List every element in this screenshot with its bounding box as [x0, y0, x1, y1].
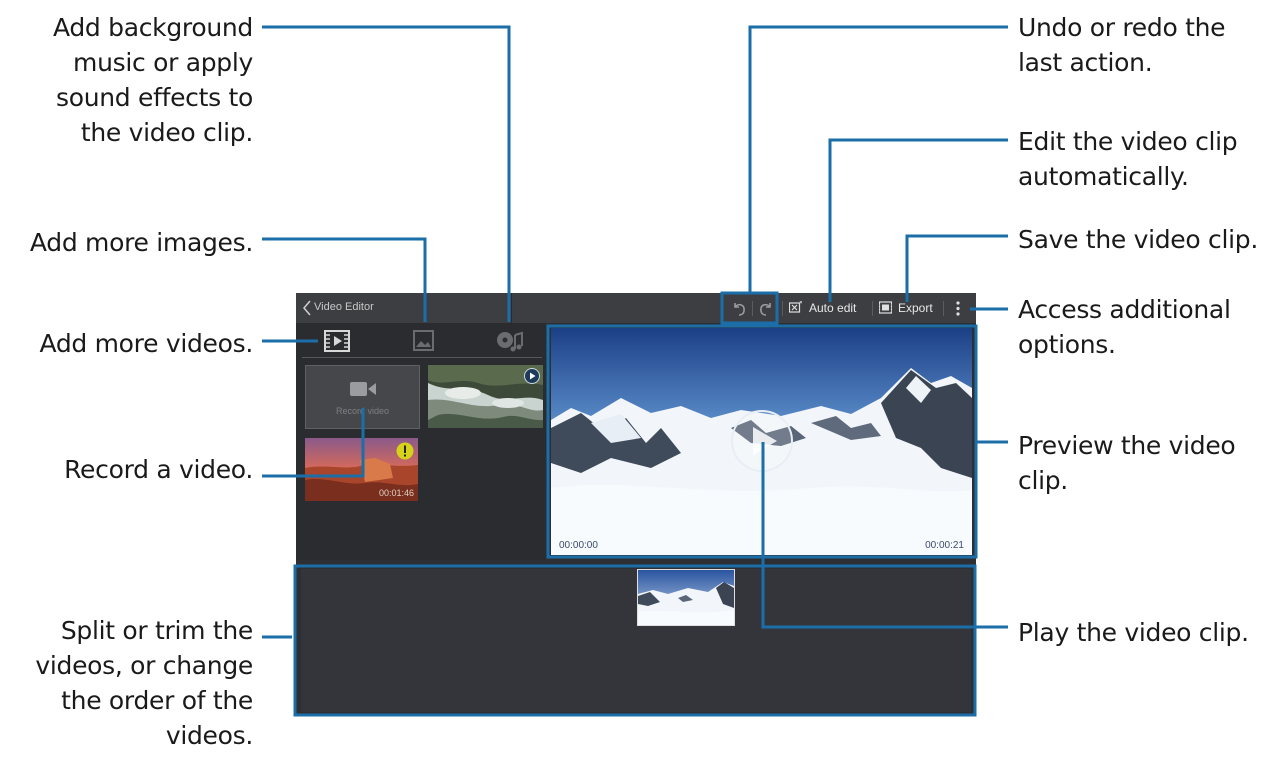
redo-icon[interactable] — [756, 298, 776, 318]
more-options-icon[interactable] — [955, 300, 961, 317]
video-editor-screen: Video Editor Auto edit Export Record vid… — [296, 293, 976, 715]
line-undo-redo — [748, 25, 1008, 293]
back-chevron-icon[interactable] — [302, 300, 311, 316]
record-video-tile[interactable]: Record video — [305, 365, 420, 429]
app-title: Video Editor — [314, 301, 374, 313]
line-auto-edit — [828, 138, 1008, 302]
preview-time-start: 00:00:00 — [559, 540, 598, 551]
callout-more-options: Access additional options. — [1018, 295, 1231, 359]
media-tabs — [296, 323, 543, 359]
action-separator-3 — [943, 301, 944, 316]
undo-icon[interactable] — [729, 298, 749, 318]
timeline-clip-image — [638, 570, 734, 625]
callout-play-clip: Play the video clip. — [1018, 618, 1249, 647]
action-bar: Video Editor Auto edit Export — [296, 293, 976, 323]
action-bar-divider — [511, 293, 723, 323]
action-separator — [782, 301, 783, 316]
undo-redo-separator — [752, 301, 753, 316]
callout-auto-edit: Edit the video clip automatically. — [1018, 127, 1238, 191]
timeline-area[interactable] — [301, 569, 971, 712]
music-tab-icon[interactable] — [494, 329, 524, 353]
tabs-divider — [302, 357, 542, 358]
callout-record-video: Record a video. — [64, 455, 253, 484]
action-separator-2 — [872, 301, 873, 316]
image-tab-icon[interactable] — [409, 329, 439, 353]
callout-add-music: Add background music or apply sound effe… — [52, 13, 253, 147]
record-video-label: Record video — [335, 406, 390, 416]
video-thumbnail-canyon[interactable]: 00:01:46 — [305, 438, 418, 501]
callout-add-images: Add more images. — [29, 228, 253, 257]
video-thumbnail-stream[interactable] — [428, 365, 543, 428]
warning-badge-icon — [396, 442, 414, 460]
timeline-clip[interactable] — [637, 569, 735, 626]
callout-add-videos: Add more videos. — [39, 329, 253, 358]
callout-split-trim: Split or trim the videos, or change the … — [35, 616, 253, 750]
callout-undo-redo: Undo or redo the last action. — [1018, 13, 1226, 77]
video-tab-icon[interactable] — [323, 329, 353, 353]
export-icon[interactable] — [879, 301, 892, 314]
thumbnail-duration: 00:01:46 — [378, 488, 414, 498]
mountain-preview-image — [551, 328, 972, 555]
callout-preview-clip: Preview the video clip. — [1018, 431, 1236, 495]
callout-save-clip: Save the video clip. — [1018, 225, 1258, 254]
export-button[interactable]: Export — [898, 301, 933, 315]
auto-edit-icon[interactable] — [789, 301, 802, 314]
camcorder-icon — [350, 382, 376, 396]
line-add-music — [262, 25, 511, 322]
play-badge-icon — [524, 368, 540, 384]
auto-edit-button[interactable]: Auto edit — [809, 301, 856, 315]
preview-time-end: 00:00:21 — [925, 540, 964, 551]
video-preview[interactable]: 00:00:00 00:00:21 — [551, 328, 972, 555]
